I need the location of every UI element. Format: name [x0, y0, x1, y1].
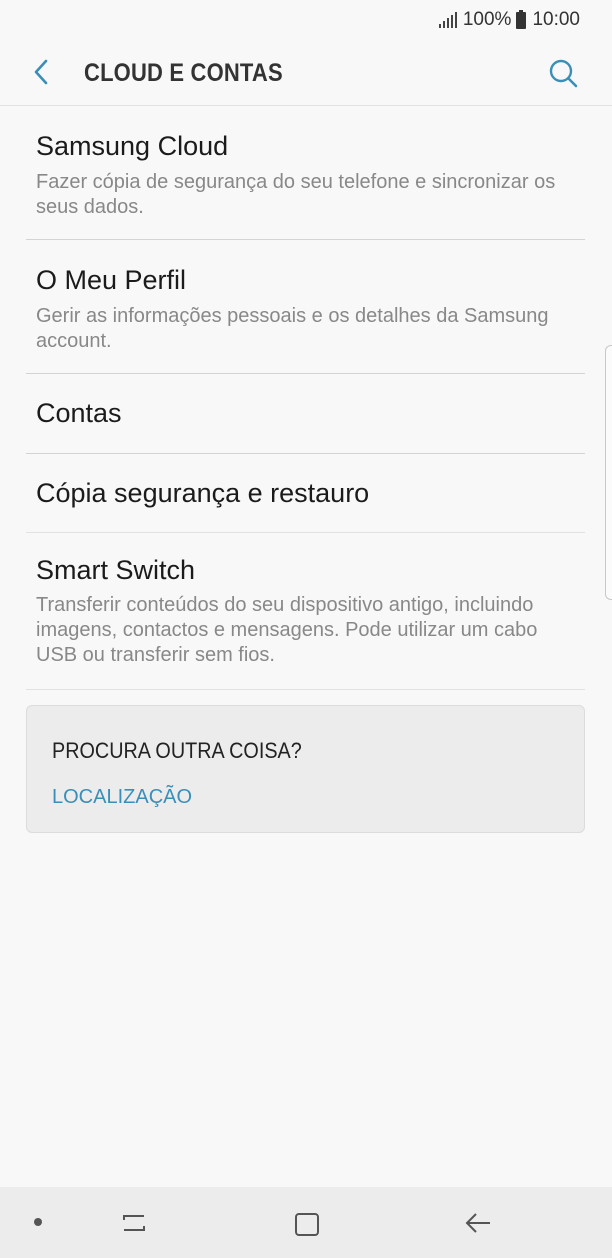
- clock: 10:00: [532, 9, 580, 30]
- status-bar: 100% 10:00: [0, 0, 612, 38]
- suggestion-card-title: PROCURA OUTRA COISA?: [52, 738, 302, 763]
- list-item-title: Contas: [36, 398, 122, 428]
- list-item-title: Cópia segurança e restauro: [36, 478, 370, 508]
- list-item-samsung-cloud[interactable]: Samsung Cloud Fazer cópia de segurança d…: [26, 107, 585, 240]
- back-icon[interactable]: [462, 1207, 494, 1239]
- recents-icon[interactable]: [118, 1207, 150, 1239]
- signal-icon: [438, 12, 457, 28]
- list-item-title: Samsung Cloud: [36, 131, 229, 161]
- home-icon[interactable]: [290, 1207, 322, 1239]
- status-indicators: 100% 10:00: [438, 9, 580, 31]
- location-link[interactable]: LOCALIZAÇÃO: [52, 786, 192, 809]
- list-item-subtitle: Gerir as informações pessoais e os detal…: [36, 305, 549, 352]
- list-item-copia-seguranca[interactable]: Cópia segurança e restauro: [26, 454, 585, 533]
- navigation-bar: [0, 1187, 612, 1258]
- list-item-title: O Meu Perfil: [36, 265, 187, 295]
- app-bar: CLOUD E CONTAS: [0, 38, 612, 106]
- list-item-title: Smart Switch: [36, 555, 196, 585]
- page-title: CLOUD E CONTAS: [84, 59, 283, 87]
- list-item-contas[interactable]: Contas: [26, 374, 585, 454]
- battery-icon: [516, 9, 527, 29]
- list-item-o-meu-perfil[interactable]: O Meu Perfil Gerir as informações pessoa…: [26, 240, 585, 374]
- back-arrow-icon[interactable]: [28, 58, 56, 86]
- nav-dot-icon[interactable]: [34, 1218, 42, 1226]
- list-item-subtitle: Fazer cópia de segurança do seu telefone…: [36, 171, 556, 218]
- list-item-smart-switch[interactable]: Smart Switch Transferir conteúdos do seu…: [26, 533, 585, 690]
- search-icon[interactable]: [547, 58, 579, 90]
- battery-percentage: 100%: [462, 9, 512, 30]
- suggestion-card: PROCURA OUTRA COISA? LOCALIZAÇÃO: [26, 705, 585, 833]
- edge-panel-handle[interactable]: [605, 345, 612, 600]
- list-item-subtitle: Transferir conteúdos do seu dispositivo …: [36, 594, 538, 666]
